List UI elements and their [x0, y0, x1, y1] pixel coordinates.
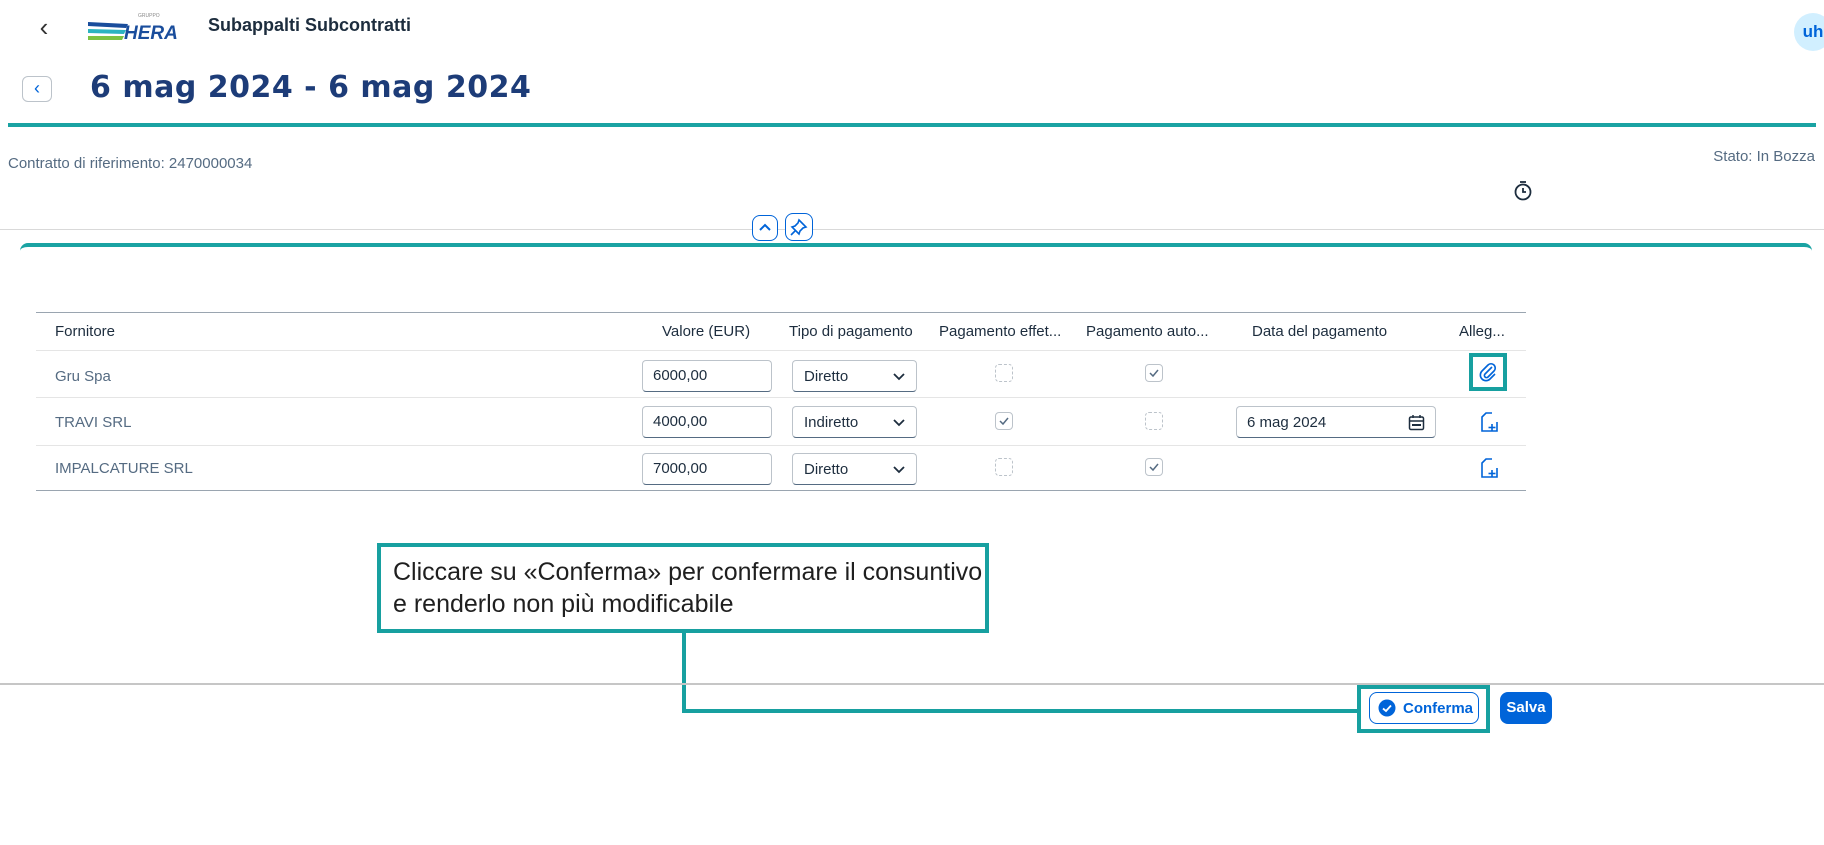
chevron-down-icon	[893, 373, 905, 381]
hera-logo: GRUPPO HERA	[88, 13, 178, 44]
check-circle-icon	[1378, 699, 1396, 717]
instruction-callout: Cliccare su «Conferma» per confermare il…	[377, 543, 989, 633]
chevron-down-icon	[893, 419, 905, 427]
column-header-pagamento-automatico[interactable]: Pagamento auto...	[1086, 323, 1209, 340]
page-title: 6 mag 2024 - 6 mag 2024	[90, 70, 532, 105]
row1-valore-input[interactable]: 6000,00	[642, 360, 772, 392]
column-header-allegati[interactable]: Alleg...	[1459, 323, 1505, 340]
row1-tipo-select[interactable]: Diretto	[792, 360, 917, 392]
checkmark-icon	[999, 417, 1009, 426]
table-bottom-border	[36, 490, 1526, 491]
paperclip-icon[interactable]	[1476, 360, 1500, 384]
add-attachment-icon[interactable]	[1478, 410, 1502, 434]
row2-fornitore: TRAVI SRL	[55, 414, 132, 431]
header-separator	[0, 229, 1824, 230]
pin-icon	[790, 218, 808, 236]
timer-icon[interactable]	[1512, 180, 1534, 202]
row1-tipo-value: Diretto	[804, 368, 849, 385]
table-top-border	[36, 312, 1526, 313]
row3-tipo-select[interactable]: Diretto	[792, 453, 917, 485]
content-top-border	[20, 243, 1812, 251]
row2-tipo-value: Indiretto	[804, 414, 859, 431]
row2-data-picker[interactable]: 6 mag 2024	[1236, 406, 1436, 438]
chevron-left-icon: ‹	[34, 78, 40, 98]
callout-connector-horizontal	[682, 709, 1362, 713]
row3-valore-input[interactable]: 7000,00	[642, 453, 772, 485]
row1-effettivo-checkbox	[995, 364, 1013, 382]
column-header-tipo[interactable]: Tipo di pagamento	[789, 323, 913, 340]
row3-fornitore: IMPALCATURE SRL	[55, 460, 193, 477]
chevron-up-icon	[759, 223, 771, 231]
column-header-pagamento-effettivo[interactable]: Pagamento effet...	[939, 323, 1061, 340]
row2-valore-input[interactable]: 4000,00	[642, 406, 772, 438]
column-header-valore[interactable]: Valore (EUR)	[662, 323, 750, 340]
row1-automatico-checkbox[interactable]	[1145, 364, 1163, 382]
row1-fornitore: Gru Spa	[55, 368, 111, 385]
callout-text: Cliccare su «Conferma» per confermare il…	[393, 558, 983, 618]
contract-reference: Contratto di riferimento: 2470000034	[8, 155, 253, 172]
back-icon[interactable]: ‹	[34, 14, 54, 40]
save-button[interactable]: Salva	[1500, 692, 1552, 724]
row2-tipo-select[interactable]: Indiretto	[792, 406, 917, 438]
row3-effettivo-checkbox	[995, 458, 1013, 476]
confirm-label: Conferma	[1403, 700, 1474, 717]
app-title: Subappalti Subcontratti	[208, 15, 412, 35]
header-row-border	[36, 350, 1526, 351]
checkmark-icon	[1149, 463, 1159, 472]
pin-header-button[interactable]	[785, 213, 813, 241]
logo-text: HERA	[124, 23, 178, 44]
user-avatar[interactable]: uh	[1794, 13, 1824, 51]
logo-group-text: GRUPPO	[138, 13, 160, 19]
row2-data-value: 6 mag 2024	[1247, 414, 1327, 431]
confirm-button[interactable]: Conferma	[1369, 692, 1479, 724]
collapse-header-button[interactable]	[752, 215, 778, 241]
calendar-icon[interactable]	[1408, 414, 1425, 431]
title-divider	[8, 123, 1816, 127]
row3-tipo-value: Diretto	[804, 461, 849, 478]
column-header-fornitore[interactable]: Fornitore	[55, 323, 115, 340]
add-attachment-icon[interactable]	[1478, 456, 1502, 480]
checkmark-icon	[1149, 369, 1159, 378]
callout-connector-vertical	[682, 633, 686, 713]
status-label: Stato: In Bozza	[1713, 148, 1815, 165]
shell-bar: ‹ GRUPPO HERA Subappalti Subcontratti uh	[0, 0, 1824, 60]
page-back-button[interactable]: ‹	[22, 76, 52, 102]
chevron-down-icon	[893, 466, 905, 474]
row2-effettivo-checkbox[interactable]	[995, 412, 1013, 430]
table-row	[36, 397, 1526, 398]
table-row	[36, 445, 1526, 446]
footer-separator	[0, 683, 1824, 685]
row3-automatico-checkbox[interactable]	[1145, 458, 1163, 476]
column-header-data[interactable]: Data del pagamento	[1252, 323, 1387, 340]
row2-automatico-checkbox	[1145, 412, 1163, 430]
